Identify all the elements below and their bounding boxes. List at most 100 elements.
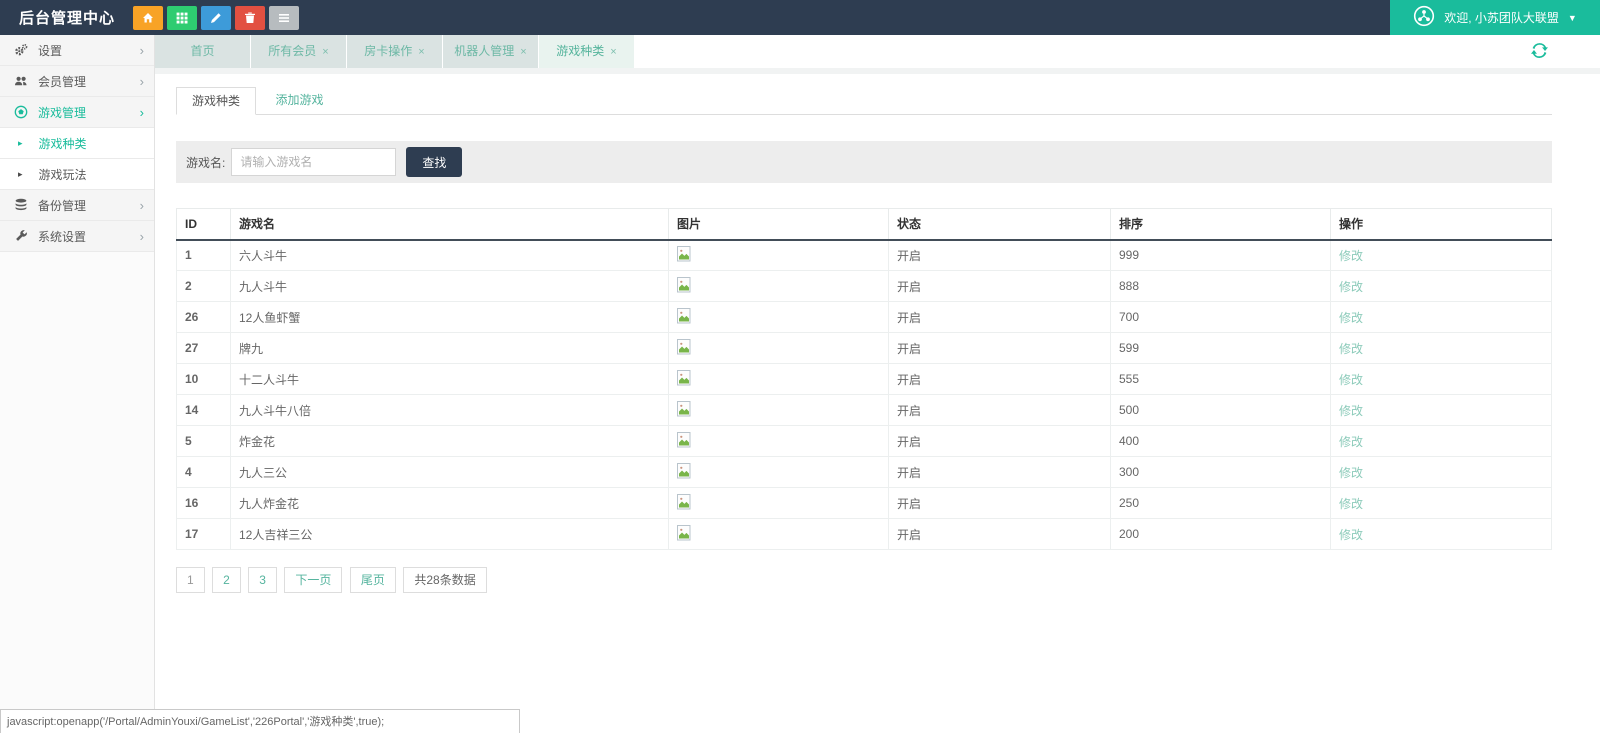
broken-image-icon	[677, 277, 691, 293]
modify-link[interactable]: 修改	[1339, 435, 1363, 449]
cell-game-name: 九人炸金花	[231, 488, 669, 519]
tab-game-types[interactable]: 游戏种类×	[539, 35, 635, 68]
user-menu[interactable]: 欢迎, 小苏团队大联盟 ▼	[1390, 0, 1600, 35]
close-icon[interactable]: ×	[418, 46, 424, 58]
chevron-right-icon: ›	[140, 198, 144, 213]
home-icon	[142, 12, 154, 24]
cell-image	[669, 426, 889, 457]
cell-id: 17	[177, 519, 231, 550]
soccer-icon	[13, 105, 29, 119]
page-button-3[interactable]: 3	[248, 567, 277, 593]
delete-button[interactable]	[235, 6, 265, 30]
panel-tab-game-types[interactable]: 游戏种类	[176, 87, 256, 115]
tab-home[interactable]: 首页	[155, 35, 251, 68]
table-row: 27 牌九 开启 599 修改	[177, 333, 1552, 364]
close-icon[interactable]: ×	[322, 46, 328, 58]
triangle-right-icon: ▸	[18, 169, 23, 180]
topbar-quick-buttons	[133, 6, 299, 30]
page-button-2[interactable]: 2	[212, 567, 241, 593]
modify-link[interactable]: 修改	[1339, 404, 1363, 418]
home-button[interactable]	[133, 6, 163, 30]
edit-button[interactable]	[201, 6, 231, 30]
tab-label: 房卡操作	[364, 44, 412, 58]
link-preview-statusbar: javascript:openapp('/Portal/AdminYouxi/G…	[0, 709, 520, 733]
chevron-right-icon: ›	[140, 229, 144, 244]
cell-game-name: 12人鱼虾蟹	[231, 302, 669, 333]
refresh-icon[interactable]	[1531, 42, 1548, 59]
next-page-button[interactable]: 下一页	[284, 567, 342, 593]
cell-id: 14	[177, 395, 231, 426]
tab-label: 首页	[190, 44, 214, 58]
cell-status: 开启	[889, 364, 1111, 395]
cogs-icon	[13, 43, 29, 57]
cell-image	[669, 488, 889, 519]
header-game-name: 游戏名	[231, 209, 669, 240]
sidebar-item-settings[interactable]: 设置 ›	[0, 35, 154, 66]
panel-tabs: 游戏种类 添加游戏	[176, 87, 1552, 115]
sidebar-item-game-rules[interactable]: ▸ 游戏玩法	[0, 159, 154, 190]
game-name-input[interactable]	[231, 148, 396, 176]
sidebar-item-games[interactable]: 游戏管理 ›	[0, 97, 154, 128]
cell-status: 开启	[889, 426, 1111, 457]
cell-status: 开启	[889, 333, 1111, 364]
cell-id: 1	[177, 240, 231, 271]
page-button-1[interactable]: 1	[176, 567, 205, 593]
cell-sort: 888	[1111, 271, 1331, 302]
triangle-right-icon: ▸	[18, 138, 23, 149]
wrench-icon	[13, 229, 29, 243]
sidebar-item-members[interactable]: 会员管理 ›	[0, 66, 154, 97]
list-button[interactable]	[269, 6, 299, 30]
broken-image-icon	[677, 370, 691, 386]
sidebar-item-system[interactable]: 系统设置 ›	[0, 221, 154, 252]
sidebar-item-backup[interactable]: 备份管理 ›	[0, 190, 154, 221]
cell-sort: 250	[1111, 488, 1331, 519]
header-status: 状态	[889, 209, 1111, 240]
search-button[interactable]: 查找	[406, 147, 462, 177]
share-globe-icon	[1413, 5, 1435, 30]
modify-link[interactable]: 修改	[1339, 497, 1363, 511]
last-page-button[interactable]: 尾页	[350, 567, 396, 593]
app-title: 后台管理中心	[0, 7, 133, 28]
sidebar-item-label: 备份管理	[38, 197, 140, 214]
cell-id: 4	[177, 457, 231, 488]
modify-link[interactable]: 修改	[1339, 249, 1363, 263]
modify-link[interactable]: 修改	[1339, 311, 1363, 325]
cell-game-name: 九人斗牛八倍	[231, 395, 669, 426]
cell-action: 修改	[1331, 333, 1552, 364]
cell-id: 26	[177, 302, 231, 333]
cell-action: 修改	[1331, 302, 1552, 333]
tab-robot-management[interactable]: 机器人管理×	[443, 35, 539, 68]
panel-tab-add-game[interactable]: 添加游戏	[260, 87, 338, 115]
cell-id: 27	[177, 333, 231, 364]
table-row: 26 12人鱼虾蟹 开启 700 修改	[177, 302, 1552, 333]
close-icon[interactable]: ×	[520, 46, 526, 58]
cell-sort: 700	[1111, 302, 1331, 333]
modify-link[interactable]: 修改	[1339, 528, 1363, 542]
cell-id: 2	[177, 271, 231, 302]
welcome-text: 欢迎, 小苏团队大联盟	[1444, 9, 1559, 26]
cell-id: 16	[177, 488, 231, 519]
tab-label: 所有会员	[268, 44, 316, 58]
modify-link[interactable]: 修改	[1339, 342, 1363, 356]
tab-room-card-ops[interactable]: 房卡操作 ×	[347, 35, 443, 68]
total-records-label: 共28条数据	[403, 567, 486, 593]
modify-link[interactable]: 修改	[1339, 280, 1363, 294]
tab-all-members[interactable]: 所有会员 ×	[251, 35, 347, 68]
modify-link[interactable]: 修改	[1339, 373, 1363, 387]
sidebar-item-game-types[interactable]: ▸ 游戏种类	[0, 128, 154, 159]
pencil-icon	[210, 12, 222, 24]
cell-id: 5	[177, 426, 231, 457]
cell-game-name: 九人三公	[231, 457, 669, 488]
modify-link[interactable]: 修改	[1339, 466, 1363, 480]
sidebar-item-label: 游戏管理	[38, 104, 140, 121]
cell-status: 开启	[889, 271, 1111, 302]
table-row: 17 12人吉祥三公 开启 200 修改	[177, 519, 1552, 550]
cell-action: 修改	[1331, 395, 1552, 426]
cell-image	[669, 519, 889, 550]
chevron-right-icon: ›	[140, 43, 144, 58]
grid-icon	[176, 12, 188, 24]
window-tabbar: 首页 所有会员 × 房卡操作 × 机器人管理× 游戏种类×	[155, 35, 1600, 68]
grid-button[interactable]	[167, 6, 197, 30]
close-icon[interactable]: ×	[610, 46, 616, 58]
table-body: 1 六人斗牛 开启 999 修改 2 九人斗牛 开启 888 修改 26 12人…	[177, 240, 1552, 550]
